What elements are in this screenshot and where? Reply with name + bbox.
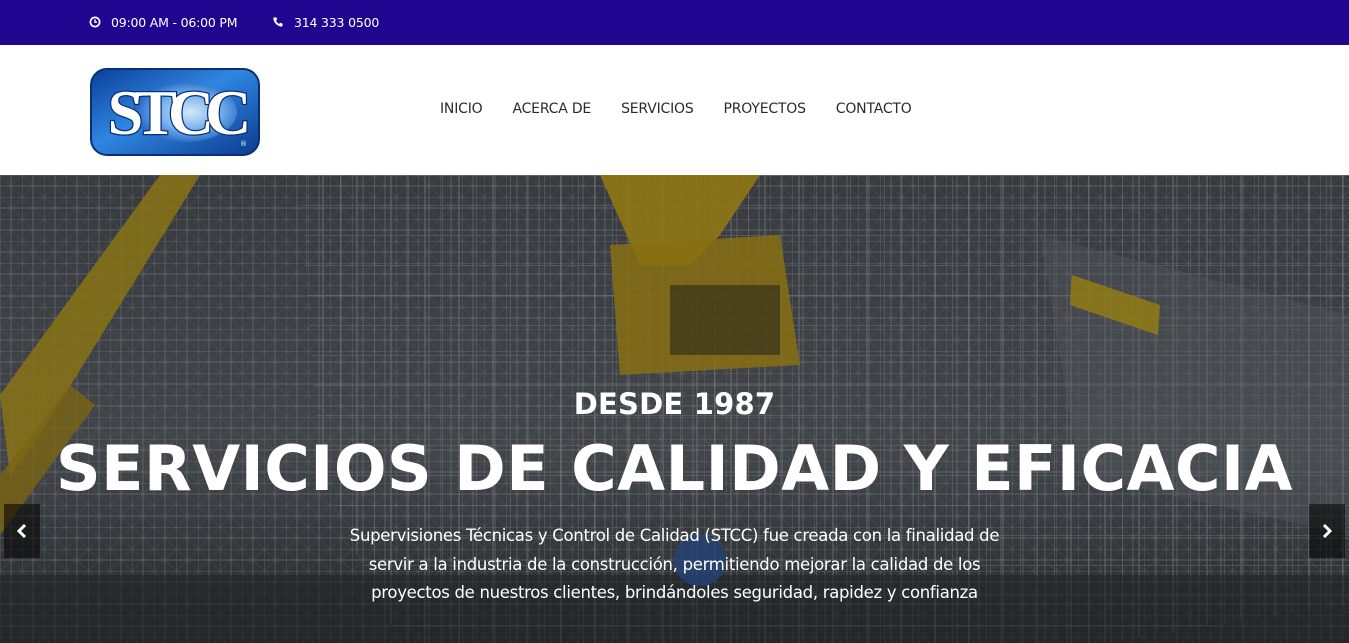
phone-contact[interactable]: 314 333 0500 [272, 14, 379, 30]
stcc-logo-graphic: STCC ® [90, 68, 260, 156]
top-bar: 09:00 AM - 06:00 PM 314 333 0500 [0, 0, 1349, 45]
chevron-right-icon [1322, 523, 1333, 539]
business-hours: 09:00 AM - 06:00 PM [89, 14, 238, 30]
slider-next-button[interactable] [1309, 504, 1345, 558]
hero-slider: DESDE 1987 SERVICIOS DE CALIDAD Y EFICAC… [0, 175, 1349, 643]
site-header: STCC ® INICIO ACERCA DE SERVICIOS PROYEC… [0, 45, 1349, 175]
chevron-left-icon [16, 523, 27, 539]
main-navigation: INICIO ACERCA DE SERVICIOS PROYECTOS CON… [440, 100, 942, 118]
nav-proyectos[interactable]: PROYECTOS [724, 100, 806, 118]
logo-text: STCC [108, 77, 248, 148]
nav-contacto[interactable]: CONTACTO [836, 100, 912, 118]
nav-servicios[interactable]: SERVICIOS [621, 100, 694, 118]
business-hours-text: 09:00 AM - 06:00 PM [111, 14, 238, 30]
registered-mark: ® [240, 140, 247, 148]
phone-number[interactable]: 314 333 0500 [294, 15, 379, 30]
nav-inicio[interactable]: INICIO [440, 100, 483, 118]
nav-acerca-de[interactable]: ACERCA DE [512, 100, 591, 118]
phone-icon [273, 17, 283, 27]
hero-kicker: DESDE 1987 [573, 387, 776, 421]
hero-description: Supervisiones Técnicas y Control de Cali… [349, 526, 1000, 602]
stcc-logo[interactable]: STCC ® [90, 68, 260, 156]
clock-icon [89, 16, 101, 28]
hero-headline: SERVICIOS DE CALIDAD Y EFICACIA [55, 432, 1294, 505]
slider-prev-button[interactable] [4, 504, 40, 558]
